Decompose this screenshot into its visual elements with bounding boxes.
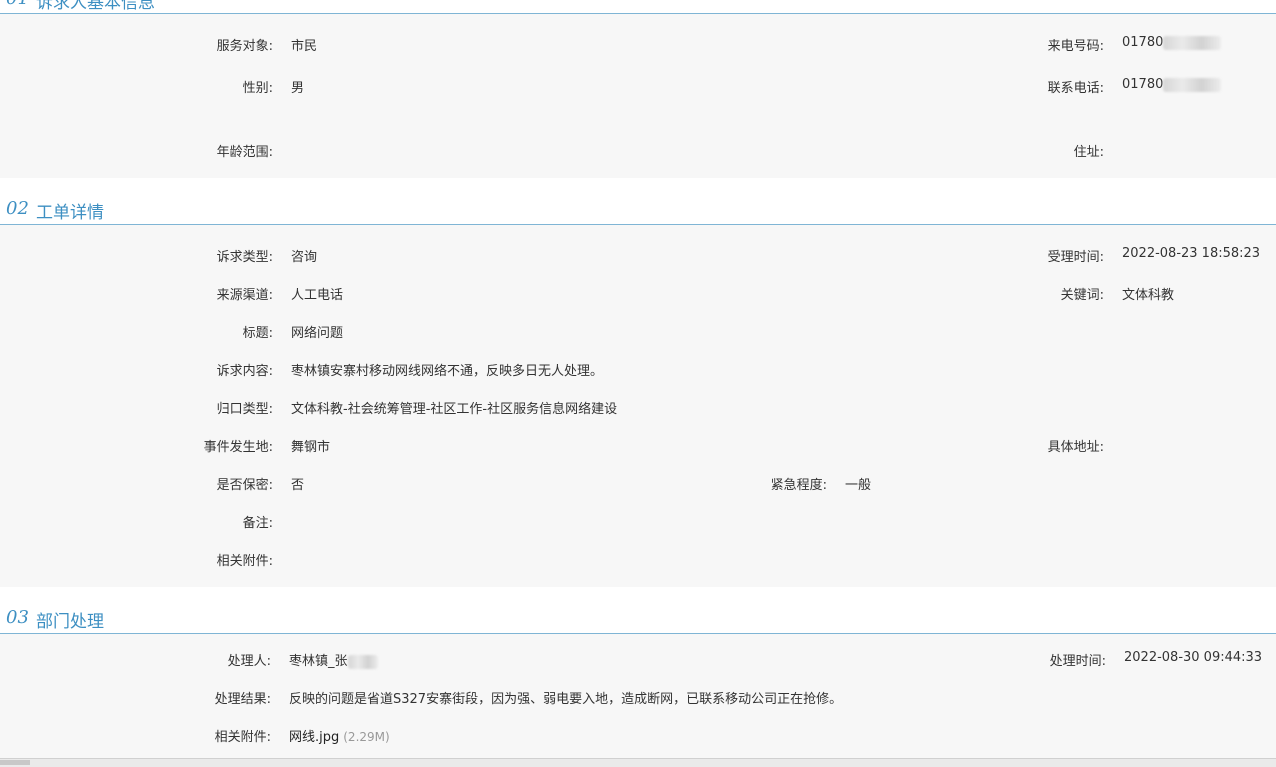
attachment-file-link[interactable]: 网线.jpg <box>289 730 339 745</box>
section-title: 部门处理 <box>36 612 104 632</box>
section-header-basic-info: 01 诉求人基本信息 <box>0 0 1276 14</box>
subject-label: 标题: <box>242 326 273 341</box>
incoming-number-field: 01780 <box>1122 35 1222 50</box>
incoming-number-label: 来电号码: <box>1047 39 1104 54</box>
urgency-value: 一般 <box>845 478 872 493</box>
request-content-value: 枣林镇安寨村移动网线网络不通，反映多日无人处理。 <box>291 364 604 379</box>
remark-label: 备注: <box>242 516 273 531</box>
dept-handling-panel: 处理人: 枣林镇_张 处理时间: 2022-08-30 09:44:33 处理结… <box>0 634 1276 758</box>
attachments-label: 相关附件: <box>216 554 273 569</box>
section-number: 02 <box>6 198 29 219</box>
keyword-label: 关键词: <box>1060 288 1104 303</box>
handle-time-label: 处理时间: <box>1049 654 1106 669</box>
source-channel-label: 来源渠道: <box>216 288 273 303</box>
source-channel-value: 人工电话 <box>291 288 344 303</box>
specific-address-label: 具体地址: <box>1047 440 1104 455</box>
work-order-panel: 诉求类型: 咨询 受理时间: 2022-08-23 18:58:23 来源渠道:… <box>0 225 1276 587</box>
handler-field: 枣林镇_张 <box>289 650 378 669</box>
urgency-label: 紧急程度: <box>770 478 827 493</box>
section-title: 工单详情 <box>36 203 104 223</box>
confidential-value: 否 <box>291 478 305 493</box>
service-target-value: 市民 <box>291 39 318 54</box>
section-number: 03 <box>6 607 29 628</box>
handle-time-value: 2022-08-30 09:44:33 <box>1124 650 1263 665</box>
request-content-label: 诉求内容: <box>216 364 273 379</box>
section-header-work-order: 02 工单详情 <box>0 196 1276 225</box>
handler-value: 枣林镇_张 <box>289 654 348 669</box>
confidential-label: 是否保密: <box>216 478 273 493</box>
category-value: 文体科教-社会统筹管理-社区工作-社区服务信息网络建设 <box>291 402 618 417</box>
subject-value: 网络问题 <box>291 326 344 341</box>
result-label: 处理结果: <box>214 692 271 707</box>
redacted-blur <box>347 654 378 669</box>
contact-phone-field: 01780 <box>1122 77 1222 92</box>
attachment-file-size: (2.29M) <box>343 730 390 744</box>
service-target-label: 服务对象: <box>216 39 273 54</box>
gender-label: 性别: <box>242 81 273 96</box>
section-header-dept-handling: 03 部门处理 <box>0 605 1276 634</box>
section-title: 诉求人基本信息 <box>36 0 155 13</box>
section-number: 01 <box>6 0 29 9</box>
request-type-label: 诉求类型: <box>216 250 273 265</box>
scrollbar-thumb[interactable] <box>0 760 30 765</box>
redacted-blur <box>1163 77 1222 92</box>
contact-phone-value: 01780 <box>1122 77 1164 92</box>
basic-info-panel: 服务对象: 市民 来电号码: 01780 性别: 男 联系电话: 01780 年… <box>0 14 1276 178</box>
event-location-value: 舞钢市 <box>291 440 331 455</box>
address-label: 住址: <box>1073 145 1104 160</box>
handler-label: 处理人: <box>227 654 271 669</box>
keyword-value: 文体科教 <box>1122 288 1175 303</box>
age-range-label: 年龄范围: <box>216 145 273 160</box>
result-value: 反映的问题是省道S327安寨街段，因为强、弱电要入地，造成断网，已联系移动公司正… <box>289 692 843 707</box>
accept-time-label: 受理时间: <box>1047 250 1104 265</box>
attachment-item: 网线.jpg (2.29M) <box>289 726 390 745</box>
redacted-blur <box>1163 35 1222 50</box>
category-label: 归口类型: <box>216 402 273 417</box>
request-type-value: 咨询 <box>291 250 318 265</box>
incoming-number-value: 01780 <box>1122 35 1164 50</box>
event-location-label: 事件发生地: <box>203 440 273 455</box>
contact-phone-label: 联系电话: <box>1047 81 1104 96</box>
handling-attachments-label: 相关附件: <box>214 730 271 745</box>
accept-time-value: 2022-08-23 18:58:23 <box>1122 246 1261 261</box>
gender-value: 男 <box>291 81 305 96</box>
